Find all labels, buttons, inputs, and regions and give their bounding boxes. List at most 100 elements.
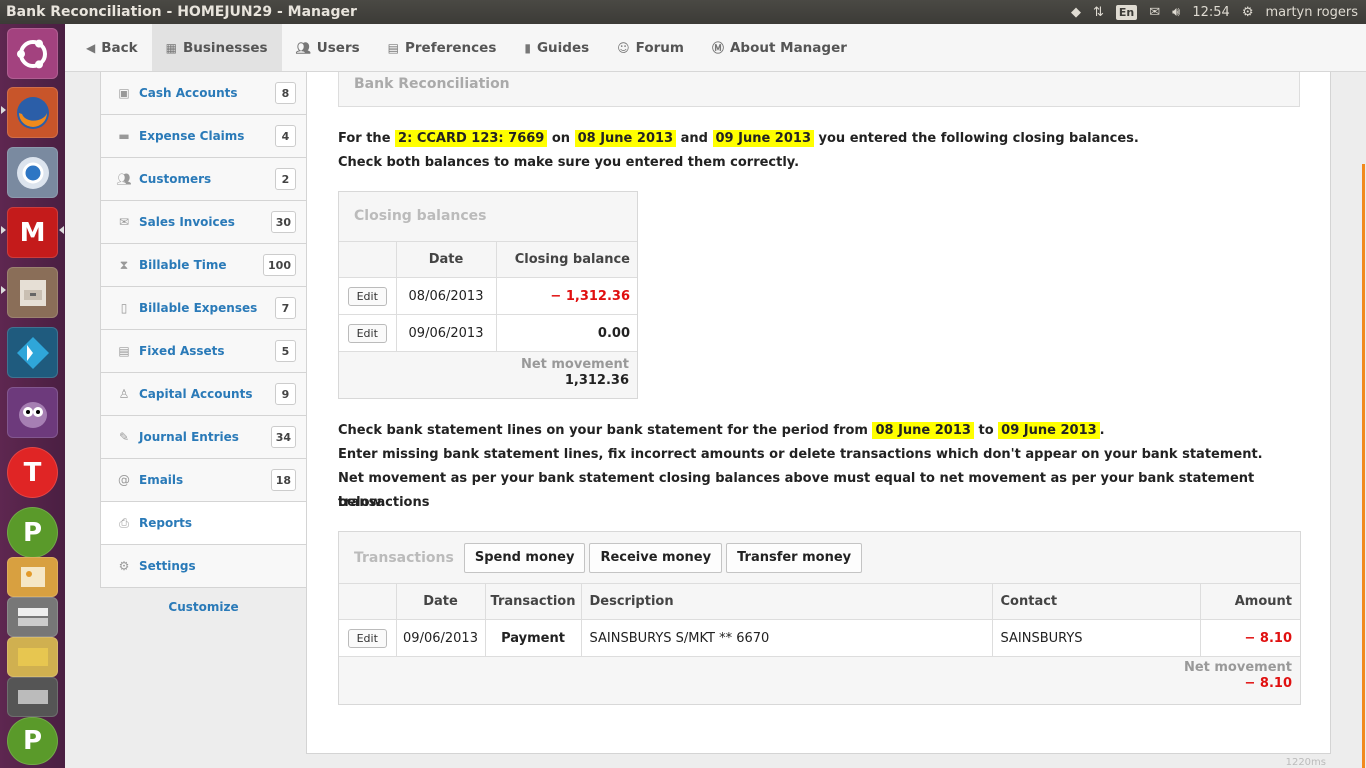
scanner-icon[interactable]	[7, 677, 58, 717]
count-badge: 7	[275, 297, 296, 319]
sidebar-item-cash-accounts[interactable]: ▣ Cash Accounts 8	[100, 72, 307, 115]
row-date: 09/06/2013	[395, 314, 497, 352]
table-row: Edit 09/06/2013 Payment SAINSBURYS S/MKT…	[339, 619, 1300, 657]
row-contact: SAINSBURYS	[991, 619, 1201, 657]
col-date: Date	[395, 241, 497, 278]
pidgin-icon[interactable]	[7, 387, 58, 438]
main-navigation: ◀ Back ▦ Businesses 👥︎ Users ▤ Preferences ▮…	[65, 24, 1366, 72]
pdf-shuffler-icon[interactable]	[7, 597, 58, 637]
edit-button[interactable]: Edit	[347, 628, 387, 648]
row-date: 09/06/2013	[395, 619, 486, 657]
nav-businesses[interactable]: ▦ Businesses	[151, 24, 282, 71]
back-arrow-icon: ◀	[86, 40, 96, 55]
sidebar-item-expense-claims[interactable]: ▬ Expense Claims 4	[100, 115, 307, 158]
col-closing-balance: Closing balance	[495, 241, 637, 278]
net-movement: Net movement 1,312.36	[520, 357, 629, 388]
scrollbar-thumb[interactable]	[1362, 164, 1365, 768]
col-amount: Amount	[1199, 583, 1300, 620]
nav-forum[interactable]: ☺ Forum	[603, 24, 698, 71]
sidebar-item-fixed-assets[interactable]: ▤ Fixed Assets 5	[100, 330, 307, 373]
row-description: SAINSBURYS S/MKT ** 6670	[580, 619, 993, 657]
from-date-highlight: 08 June 2013	[872, 422, 974, 439]
printer-icon: ⎙	[119, 515, 129, 530]
sidebar-item-capital-accounts[interactable]: ♙ Capital Accounts 9	[100, 373, 307, 416]
kodi-icon[interactable]	[7, 327, 58, 378]
smiley-icon: ☺	[617, 40, 630, 55]
transactions-table: Date Transaction Description Contact Amo…	[339, 583, 1300, 657]
closing-balances-title: Closing balances	[354, 208, 487, 224]
nav-preferences[interactable]: ▤ Preferences	[374, 24, 511, 71]
hourglass-icon: ⧗	[119, 257, 129, 272]
volume-icon[interactable]: 🔊︎	[1172, 5, 1180, 20]
to-date-highlight: 09 June 2013	[998, 422, 1100, 439]
edit-button[interactable]: Edit	[347, 286, 387, 306]
sidebar-item-reports[interactable]: ⎙ Reports	[100, 502, 307, 545]
transactions-box: Transactions Spend money Receive money T…	[338, 531, 1301, 705]
book-icon: ▮	[524, 40, 531, 55]
building-icon: ▦	[165, 40, 177, 55]
col-contact: Contact	[991, 583, 1201, 620]
people-icon: 👥︎	[116, 172, 132, 186]
inbox-icon: ✉	[118, 215, 130, 229]
sidebar-item-sales-invoices[interactable]: ✉ Sales Invoices 30	[100, 201, 307, 244]
manager-app: ◀ Back ▦ Businesses 👥︎ Users ▤ Preferences ▮…	[65, 24, 1366, 768]
dropbox-icon[interactable]: ◆	[1071, 5, 1081, 20]
sidebar-item-emails[interactable]: @ Emails 18	[100, 459, 307, 502]
count-badge: 4	[275, 125, 296, 147]
spend-money-button[interactable]: Spend money	[463, 542, 586, 573]
nav-about[interactable]: Ⓜ About Manager	[698, 24, 861, 71]
back-button[interactable]: ◀ Back	[72, 24, 152, 71]
customize-link[interactable]: Customize	[100, 600, 307, 614]
check-line3: Net movement as per your bank statement …	[338, 471, 1255, 510]
sidebar-item-journal-entries[interactable]: ✎ Journal Entries 34	[100, 416, 307, 459]
render-time: 1220ms	[1285, 757, 1326, 768]
nav-users[interactable]: 👥︎ Users	[282, 24, 374, 71]
net-movement: Net movement − 8.10	[1183, 660, 1292, 691]
count-badge: 18	[270, 469, 296, 491]
firefox-icon[interactable]	[7, 87, 58, 138]
file-cabinet-icon[interactable]	[7, 267, 58, 318]
clock[interactable]: 12:54	[1192, 5, 1229, 20]
image-viewer-icon[interactable]	[7, 557, 58, 597]
date2-highlight: 09 June 2013	[712, 130, 814, 147]
sidebar-item-billable-time[interactable]: ⧗ Billable Time 100	[100, 244, 307, 287]
keyboard-layout-indicator[interactable]: En	[1115, 4, 1138, 20]
count-badge: 34	[270, 426, 296, 448]
ubuntu-dash-icon[interactable]	[7, 28, 58, 79]
nav-guides[interactable]: ▮ Guides	[510, 24, 603, 71]
count-badge: 8	[275, 82, 296, 104]
archive-icon[interactable]	[7, 637, 58, 677]
settings-icon[interactable]: ⚙	[1242, 5, 1254, 20]
chromium-icon[interactable]	[7, 147, 58, 198]
cash-register-icon: ▣	[118, 86, 130, 100]
date1-highlight: 08 June 2013	[574, 130, 677, 147]
count-badge: 30	[270, 211, 296, 233]
scrollbar[interactable]	[1355, 104, 1366, 768]
p-app-icon[interactable]: P	[7, 507, 58, 558]
mail-icon[interactable]: ✉	[1149, 5, 1160, 20]
transfer-money-button[interactable]: Transfer money	[726, 542, 863, 573]
network-icon[interactable]: ⇅	[1093, 5, 1104, 20]
edit-button[interactable]: Edit	[347, 323, 387, 343]
check-line2: Enter missing bank statement lines, fix …	[338, 447, 1263, 462]
sidebar-item-customers[interactable]: 👥︎ Customers 2	[100, 158, 307, 201]
t-app-icon[interactable]: T	[7, 447, 58, 498]
page-title: Bank Reconciliation	[338, 72, 1300, 107]
check-line4: below.	[338, 495, 386, 510]
transactions-title: Transactions	[354, 549, 454, 566]
table-row: Edit 09/06/2013 0.00	[339, 314, 637, 352]
table-row: Edit 08/06/2013 − 1,312.36	[339, 277, 637, 315]
user-name[interactable]: martyn rogers	[1265, 5, 1358, 20]
receive-money-button[interactable]: Receive money	[589, 542, 723, 573]
manager-app-icon[interactable]: M	[7, 207, 58, 258]
sidebar-item-settings[interactable]: ⚙ Settings	[100, 545, 307, 588]
person-icon: ♙	[118, 387, 130, 401]
gears-icon: ⚙	[118, 559, 130, 573]
launcher: M T P P	[0, 24, 65, 768]
count-badge: 9	[275, 383, 296, 405]
users-icon: 👥︎	[295, 40, 311, 55]
sidebar-item-billable-expenses[interactable]: ▯ Billable Expenses 7	[100, 287, 307, 330]
p-green-app-icon[interactable]: P	[7, 717, 58, 765]
system-top-bar: Bank Reconciliation - HOMEJUN29 - Manage…	[0, 0, 1366, 24]
row-transaction: Payment	[484, 619, 582, 657]
